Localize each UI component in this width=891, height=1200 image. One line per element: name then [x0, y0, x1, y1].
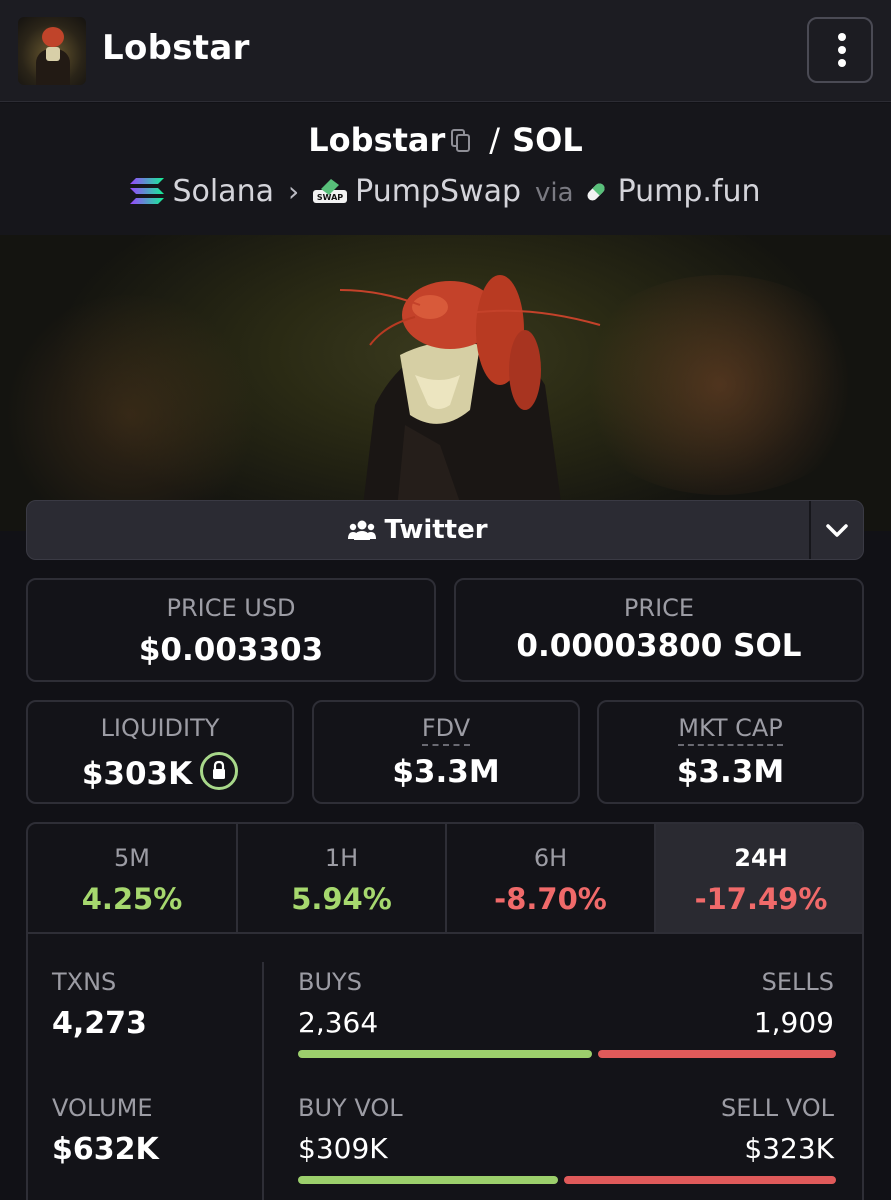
sell-vol-ratio-bar [564, 1176, 836, 1184]
buys-value: 2,364 [298, 1006, 379, 1039]
period-change-6h: -8.70% [494, 882, 607, 916]
volume-value: $632K [52, 1132, 159, 1167]
social-dropdown-button[interactable] [811, 501, 863, 559]
liquidity-card: LIQUIDITY $303K [26, 700, 294, 804]
liquidity-label: LIQUIDITY [100, 714, 220, 742]
buys-ratio-bar [298, 1050, 592, 1058]
social-links-bar: Twitter [26, 500, 864, 560]
twitter-label: Twitter [384, 515, 488, 545]
trading-stats-panel: 5M 4.25% 1H 5.94% 6H -8.70% 24H -17.49% … [26, 822, 864, 1200]
quote-token: SOL [512, 121, 583, 159]
txns-label: TXNS [52, 968, 117, 996]
liquidity-value: $303K [81, 756, 193, 792]
period-tab-6h[interactable]: 6H -8.70% [447, 824, 654, 934]
price-usd-value: $0.003303 [138, 632, 324, 668]
price-native-value: 0.00003800 SOL [516, 628, 802, 664]
txns-value: 4,273 [52, 1006, 147, 1041]
sell-vol-label: SELL VOL [720, 1094, 834, 1122]
chevron-right-icon: › [287, 175, 300, 208]
price-native-label: PRICE [623, 594, 695, 622]
buy-vol-label: BUY VOL [298, 1094, 403, 1122]
users-icon [348, 503, 377, 540]
pair-header: Lobstar / SOL Solana › SWAP PumpSwap via Pump.f… [0, 103, 891, 235]
sells-label: SELLS [761, 968, 834, 996]
period-tab-5m[interactable]: 5M 4.25% [28, 824, 236, 934]
via-label: via [535, 178, 574, 208]
more-menu-button[interactable] [807, 17, 873, 83]
dex-link[interactable]: PumpSwap [355, 174, 521, 209]
chain-breadcrumb: Solana › SWAP PumpSwap via Pump.fun [0, 173, 891, 209]
fdv-value: $3.3M [392, 754, 500, 790]
market-cap-value: $3.3M [676, 754, 785, 790]
more-vertical-icon [838, 33, 846, 41]
market-cap-card[interactable]: MKT CAP $3.3M [597, 700, 864, 804]
token-avatar[interactable] [18, 17, 86, 85]
price-usd-card: PRICE USD $0.003303 [26, 578, 436, 682]
copy-icon[interactable] [449, 129, 471, 153]
price-native-card: PRICE 0.00003800 SOL [454, 578, 864, 682]
base-token: Lobstar [308, 121, 446, 159]
token-title: Lobstar [102, 28, 250, 68]
period-change-5m: 4.25% [81, 882, 183, 916]
top-bar: Lobstar [0, 0, 891, 102]
period-tab-1h[interactable]: 1H 5.94% [238, 824, 445, 934]
sells-value: 1,909 [753, 1006, 834, 1039]
period-change-1h: 5.94% [291, 882, 392, 916]
solana-icon [130, 178, 165, 204]
chain-link[interactable]: Solana [172, 174, 274, 209]
pumpswap-icon: SWAP [313, 173, 348, 207]
twitter-button[interactable]: Twitter [27, 501, 809, 559]
volume-label: VOLUME [52, 1094, 153, 1122]
lock-icon[interactable] [200, 752, 239, 790]
pair-title: Lobstar / SOL [0, 121, 891, 159]
pair-separator: / [489, 121, 501, 159]
period-change-24h: -17.49% [694, 882, 828, 916]
price-usd-label: PRICE USD [166, 594, 296, 622]
fdv-card[interactable]: FDV $3.3M [312, 700, 580, 804]
fdv-label: FDV [421, 714, 471, 746]
market-cap-label: MKT CAP [678, 714, 783, 746]
buy-vol-value: $309K [298, 1132, 388, 1165]
buys-label: BUYS [298, 968, 362, 996]
pill-icon [587, 183, 605, 201]
buy-vol-ratio-bar [298, 1176, 558, 1184]
svg-text:SWAP: SWAP [317, 193, 343, 202]
chevron-down-icon [826, 524, 848, 537]
launchpad-link[interactable]: Pump.fun [618, 174, 761, 209]
sell-vol-value: $323K [744, 1132, 834, 1165]
sells-ratio-bar [598, 1050, 836, 1058]
period-tab-24h[interactable]: 24H -17.49% [656, 824, 862, 934]
token-banner-image [0, 235, 891, 531]
